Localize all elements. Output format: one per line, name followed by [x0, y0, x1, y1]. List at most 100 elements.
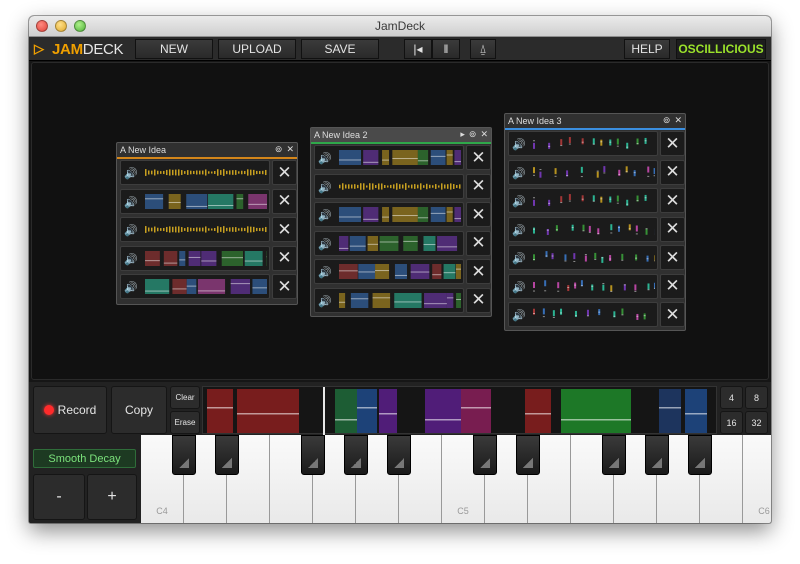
- new-button[interactable]: NEW: [135, 39, 213, 59]
- record-button[interactable]: Record: [33, 386, 107, 434]
- octave-down-button[interactable]: -: [33, 474, 85, 520]
- remove-track-button[interactable]: ✕: [660, 188, 685, 213]
- link-icon[interactable]: ⊚: [275, 144, 283, 155]
- speaker-icon[interactable]: 🔊: [318, 181, 332, 194]
- remove-track-button[interactable]: ✕: [272, 274, 297, 299]
- black-key[interactable]: [301, 435, 325, 475]
- black-key[interactable]: [473, 435, 497, 475]
- pause-button[interactable]: ǁ: [432, 39, 460, 59]
- speaker-icon[interactable]: 🔊: [124, 196, 138, 209]
- remove-track-button[interactable]: ✕: [660, 131, 685, 156]
- loop-track[interactable]: 🔊: [508, 302, 658, 327]
- remove-track-button[interactable]: ✕: [272, 188, 297, 214]
- idea-panel-2[interactable]: A New Idea 2 ▸ ⊚ ✕ 🔊 ✕ 🔊 ✕ 🔊 ✕ 🔊 ✕ 🔊 ✕ 🔊 ✕: [310, 127, 492, 317]
- remove-track-button[interactable]: ✕: [660, 302, 685, 327]
- bars-16-button[interactable]: 16: [720, 411, 743, 434]
- loop-track[interactable]: 🔊: [120, 188, 270, 214]
- remove-track-button[interactable]: ✕: [660, 159, 685, 185]
- speaker-icon[interactable]: 🔊: [318, 209, 332, 222]
- idea-panel-3[interactable]: A New Idea 3 ⊚ ✕ 🔊 ✕ 🔊 ✕ 🔊 ✕ 🔊 ✕ 🔊 ✕ 🔊 ✕ 🔊 ✕: [504, 113, 686, 331]
- upload-button[interactable]: UPLOAD: [218, 39, 296, 59]
- speaker-icon[interactable]: 🔊: [512, 138, 526, 151]
- loop-track[interactable]: 🔊: [314, 202, 464, 227]
- speaker-icon[interactable]: 🔊: [318, 152, 332, 165]
- loop-track[interactable]: 🔊: [508, 188, 658, 213]
- remove-track-button[interactable]: ✕: [660, 245, 685, 270]
- loop-track[interactable]: 🔊: [314, 287, 464, 313]
- rewind-button[interactable]: |◂: [404, 39, 432, 59]
- loop-track[interactable]: 🔊: [120, 245, 270, 271]
- black-key[interactable]: [215, 435, 239, 475]
- bars-8-button[interactable]: 8: [745, 386, 768, 409]
- speaker-icon[interactable]: 🔊: [318, 295, 332, 308]
- black-key[interactable]: [516, 435, 540, 475]
- speaker-icon[interactable]: 🔊: [512, 195, 526, 208]
- black-key[interactable]: [387, 435, 411, 475]
- bars-32-button[interactable]: 32: [745, 411, 768, 434]
- loop-track[interactable]: 🔊: [508, 273, 658, 299]
- loop-track[interactable]: 🔊: [120, 160, 270, 185]
- remove-track-button[interactable]: ✕: [272, 160, 297, 185]
- remove-track-button[interactable]: ✕: [272, 245, 297, 271]
- remove-track-button[interactable]: ✕: [660, 216, 685, 242]
- loop-track[interactable]: 🔊: [120, 274, 270, 299]
- remove-track-button[interactable]: ✕: [466, 202, 491, 227]
- speaker-icon[interactable]: 🔊: [512, 167, 526, 180]
- link-icon[interactable]: ⊚: [663, 115, 671, 126]
- speaker-icon[interactable]: 🔊: [512, 252, 526, 265]
- remove-track-button[interactable]: ✕: [466, 230, 491, 256]
- help-button[interactable]: HELP: [624, 39, 670, 59]
- loop-track[interactable]: 🔊: [120, 217, 270, 242]
- loop-track[interactable]: 🔊: [508, 216, 658, 242]
- speaker-icon[interactable]: 🔊: [124, 167, 138, 180]
- sequencer-clip: [561, 389, 631, 433]
- remove-track-button[interactable]: ✕: [466, 259, 491, 284]
- remove-track-button[interactable]: ✕: [466, 287, 491, 313]
- speaker-icon[interactable]: 🔊: [512, 224, 526, 237]
- erase-button[interactable]: Erase: [170, 411, 200, 434]
- loop-track[interactable]: 🔊: [314, 230, 464, 256]
- remove-track-button[interactable]: ✕: [466, 173, 491, 199]
- close-panel-icon[interactable]: ✕: [480, 129, 488, 140]
- black-key[interactable]: [602, 435, 626, 475]
- speaker-icon[interactable]: 🔊: [512, 309, 526, 322]
- play-icon[interactable]: ▸: [460, 129, 465, 140]
- white-key[interactable]: C6: [743, 435, 771, 523]
- metronome-button[interactable]: ⍙: [470, 39, 496, 59]
- close-panel-icon[interactable]: ✕: [286, 144, 294, 155]
- black-key[interactable]: [645, 435, 669, 475]
- copy-button[interactable]: Copy: [111, 386, 167, 434]
- octave-up-button[interactable]: +: [87, 474, 137, 520]
- remove-track-button[interactable]: ✕: [660, 273, 685, 299]
- speaker-icon[interactable]: 🔊: [512, 281, 526, 294]
- idea-panel-1[interactable]: A New Idea ⊚ ✕ 🔊 ✕ 🔊 ✕ 🔊 ✕ 🔊 ✕ 🔊 ✕: [116, 142, 298, 305]
- black-key[interactable]: [688, 435, 712, 475]
- loop-track[interactable]: 🔊: [508, 245, 658, 270]
- speaker-icon[interactable]: 🔊: [124, 281, 138, 294]
- remove-track-button[interactable]: ✕: [272, 217, 297, 242]
- bars-4-button[interactable]: 4: [720, 386, 743, 409]
- panel-title-bar[interactable]: A New Idea 2 ▸ ⊚ ✕: [311, 128, 491, 142]
- preset-selector[interactable]: Smooth Decay: [33, 449, 136, 468]
- jam-stage: A New Idea ⊚ ✕ 🔊 ✕ 🔊 ✕ 🔊 ✕ 🔊 ✕ 🔊 ✕ A New Idea 2 ▸ ⊚…: [31, 62, 769, 380]
- clear-button[interactable]: Clear: [170, 386, 200, 409]
- speaker-icon[interactable]: 🔊: [318, 238, 332, 251]
- loop-track[interactable]: 🔊: [508, 131, 658, 156]
- loop-track[interactable]: 🔊: [314, 173, 464, 199]
- black-key[interactable]: [344, 435, 368, 475]
- loop-track[interactable]: 🔊: [314, 259, 464, 284]
- loop-track[interactable]: 🔊: [508, 159, 658, 185]
- loop-track[interactable]: 🔊: [314, 145, 464, 170]
- speaker-icon[interactable]: 🔊: [124, 253, 138, 266]
- playhead[interactable]: [323, 387, 325, 435]
- black-key[interactable]: [172, 435, 196, 475]
- loop-sequencer[interactable]: [202, 386, 717, 435]
- save-button[interactable]: SAVE: [301, 39, 379, 59]
- speaker-icon[interactable]: 🔊: [318, 266, 332, 279]
- panel-title-bar[interactable]: A New Idea ⊚ ✕: [117, 143, 297, 157]
- close-panel-icon[interactable]: ✕: [674, 115, 682, 126]
- remove-track-button[interactable]: ✕: [466, 145, 491, 170]
- link-icon[interactable]: ⊚: [469, 129, 477, 140]
- panel-title-bar[interactable]: A New Idea 3 ⊚ ✕: [505, 114, 685, 128]
- speaker-icon[interactable]: 🔊: [124, 224, 138, 237]
